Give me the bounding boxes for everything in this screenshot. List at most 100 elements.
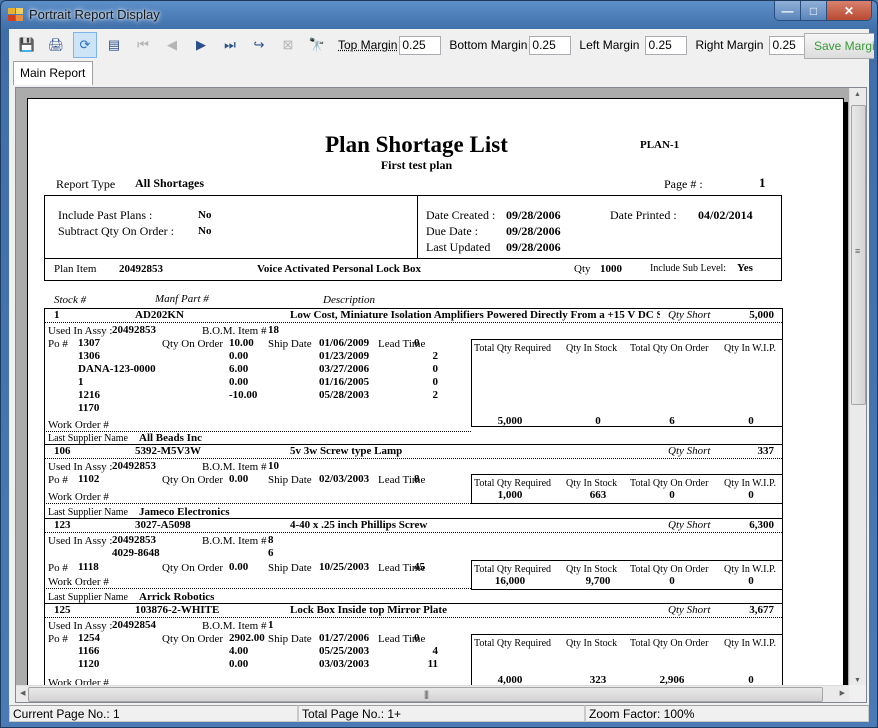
refresh-icon: ⟳ [79,37,91,52]
lead-time-value: 45 [414,561,425,573]
scroll-down-icon[interactable]: ▼ [854,677,861,684]
po-number: 1307 [78,337,100,349]
stop-button[interactable]: ⊠ [276,32,300,58]
criteria-label: Subtract Qty On Order : [58,224,174,238]
item-manf-part: AD202KN [135,309,184,321]
goto-page-button[interactable]: ↪ [247,32,271,58]
qty-short-label: Qty Short [668,519,711,531]
date-printed-label: Date Printed : [610,208,677,222]
report-subtitle: First test plan [380,158,453,172]
rule [44,444,45,518]
bottom-margin-input[interactable] [529,35,572,55]
qty-on-order-value: 0.00 [229,658,249,670]
summary-value: 0 [748,489,754,501]
summary-value: 0 [748,415,754,427]
page-label: Page # : [664,177,703,191]
ship-date-label: Ship Date [268,338,312,350]
bom-item-value: 6 [268,547,274,559]
qty-short-label: Qty Short [668,604,711,616]
item-stock-number: 1 [54,309,60,321]
summary-header: Qty In W.I.P. [724,638,776,649]
qty-short-label: Qty Short [668,445,711,457]
scroll-up-icon[interactable]: ▲ [854,91,861,98]
rule [782,444,783,518]
rule [44,308,45,444]
plan-item-value: 20492853 [119,263,163,275]
right-margin-label: Right Margin [695,38,764,52]
vertical-scrollbar[interactable]: ▲ ≡ ▼ [849,88,866,687]
scroll-left-icon[interactable]: ◀ [20,689,25,697]
col-manf-header: Manf Part # [155,293,209,305]
po-number: 1216 [78,389,100,401]
rule [782,308,783,444]
save-margins-button[interactable]: Save Margins [804,33,874,59]
po-label: Po # [48,338,68,350]
summary-value: 9,700 [585,575,611,587]
summary-header: Total Qty Required [474,638,552,649]
po-number: DANA-123-0000 [78,363,156,375]
date-created-value: 09/28/2006 [506,208,561,222]
first-page-button[interactable]: ⏮ [131,32,155,58]
ship-date-value: 01/06/2009 [319,337,370,349]
next-page-button[interactable]: ▶ [189,32,213,58]
item-qty-short: 337 [757,445,775,457]
used-in-assy-value: 20492853 [112,460,156,472]
horizontal-scrollbar[interactable]: ◀ ||| ▶ [16,685,851,702]
refresh-button[interactable]: ⟳ [73,32,97,58]
plan-item-label: Plan Item [54,263,97,275]
group-tree-icon: ▤ [107,37,121,52]
close-button[interactable]: ✕ [827,1,871,20]
export-button[interactable]: 💾 [15,32,39,58]
left-margin-label: Left Margin [579,38,640,52]
item-manf-part: 103876-2-WHITE [135,604,220,616]
lead-time-value: 2 [432,389,439,401]
item-stock-number: 125 [54,604,71,616]
report-viewer: Plan Shortage List First test plan PLAN-1 R… [15,87,867,703]
stop-icon: ⊠ [282,37,294,52]
lead-time-value: 2 [432,350,439,362]
maximize-button[interactable]: □ [801,1,827,20]
last-page-button[interactable]: ⏭ [218,32,242,58]
print-icon: 🖨 [47,37,65,52]
minimize-button[interactable]: — [775,1,801,20]
print-button[interactable]: 🖨 [44,32,68,58]
group-tree-button[interactable]: ▤ [102,32,126,58]
ship-date-value: 05/28/2003 [319,389,370,401]
bom-item-value: 10 [268,460,279,472]
subtract-value: No [198,225,212,237]
top-margin-input[interactable] [399,35,442,55]
lead-time-value: 0 [414,337,420,349]
qty-on-order-value: 0.00 [229,473,249,485]
tab-main-report[interactable]: Main Report [13,61,93,85]
export-icon: 💾 [18,37,36,52]
ship-date-label: Ship Date [268,633,312,645]
vertical-scroll-thumb[interactable]: ≡ [851,105,866,405]
horizontal-scroll-thumb[interactable]: ||| [28,687,823,702]
left-margin-input[interactable] [645,35,688,55]
item-stock-number: 123 [54,519,71,531]
bom-item-value: 18 [268,324,279,336]
due-date-value: 09/28/2006 [506,224,561,238]
scroll-right-icon[interactable]: ▶ [840,689,845,697]
lead-time-value: 11 [427,658,438,670]
lead-time-value: 0 [432,376,439,388]
find-button[interactable]: 🔭 [305,32,329,58]
lead-time-value: 0 [414,632,420,644]
rule [44,518,45,603]
used-in-assy-value: 20492854 [112,619,156,631]
po-number: 1170 [78,402,100,414]
previous-page-button[interactable]: ◀ [160,32,184,58]
ship-date-value: 10/25/2003 [319,561,370,573]
sub-level-value: Yes [737,262,753,274]
zoom-factor-status: Zoom Factor: 100% [585,705,869,722]
client-area: 💾 🖨 ⟳ ▤ ⏮ ◀ ▶ ⏭ ↪ ⊠ 🔭 Top Margin Bottom Margin Lef… [9,29,874,722]
col-desc-header: Description [323,294,375,306]
goto-page-icon: ↪ [253,37,265,52]
qty-value: 1000 [600,263,622,275]
po-number: 1254 [78,632,100,644]
lead-time-value: 0 [432,363,439,375]
first-page-icon: ⏮ [137,37,149,52]
used-in-assy-value: 20492853 [112,324,156,336]
summary-header: Qty In Stock [566,343,618,354]
rule [417,195,418,258]
